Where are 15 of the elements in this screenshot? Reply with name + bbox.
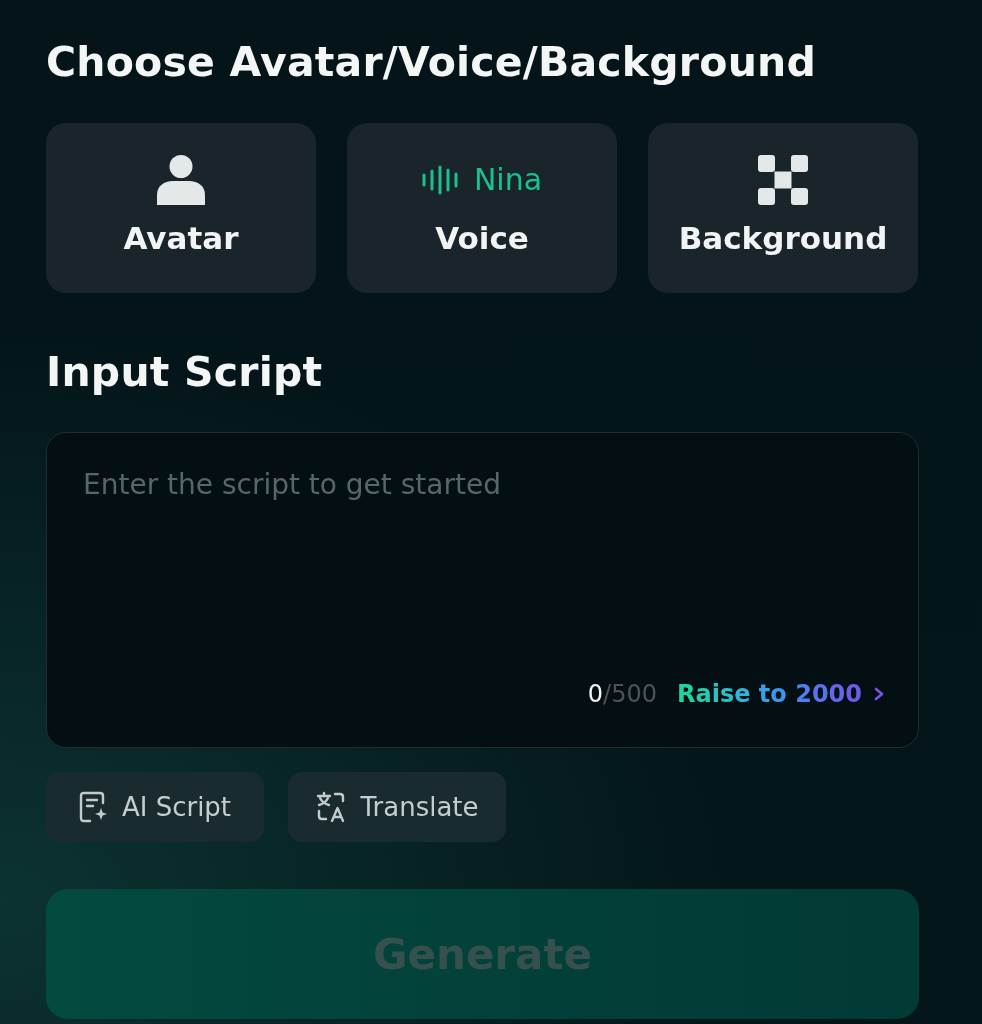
section-title: Input Script: [46, 347, 323, 398]
sound-wave-icon: [421, 165, 459, 195]
chevron-right-icon: [874, 687, 884, 701]
upgrade-link[interactable]: Raise to 2000: [677, 676, 862, 712]
character-count: 0: [587, 679, 604, 710]
avatar-option-button[interactable]: Avatar: [46, 123, 316, 293]
voice-option-button[interactable]: Nina Voice: [347, 123, 617, 293]
ai-script-button[interactable]: AI Script: [46, 772, 264, 842]
checkerboard-icon: [758, 155, 808, 205]
person-icon: [155, 155, 207, 205]
section-title: Choose Avatar/Voice/Background: [46, 37, 816, 88]
background-option-button[interactable]: Background: [648, 123, 918, 293]
character-limit: /500: [603, 679, 657, 710]
document-sparkle-icon: [78, 791, 109, 823]
translate-button[interactable]: Translate: [288, 772, 506, 842]
